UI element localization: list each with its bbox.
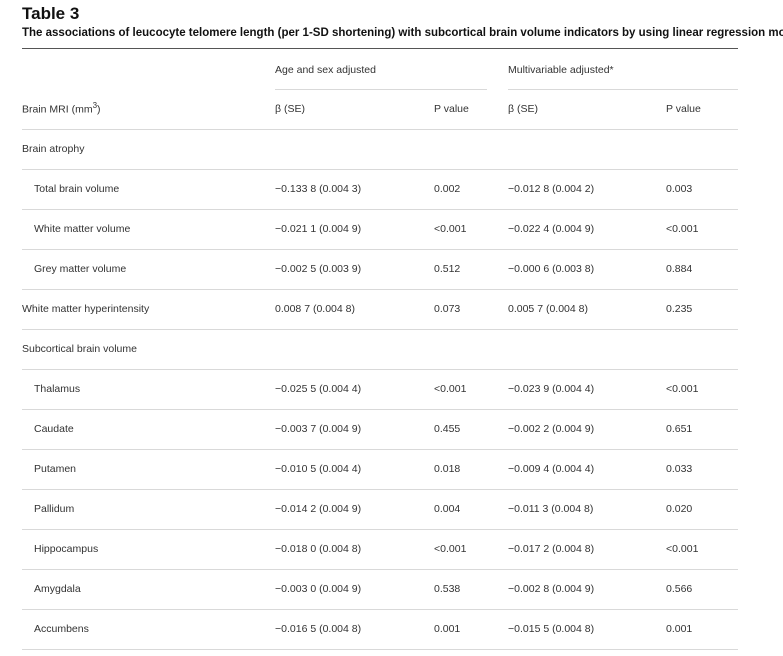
beta-multivariable-cell: −0.009 4 (0.004 4)	[508, 463, 595, 475]
row-label: White matter hyperintensity	[22, 303, 150, 315]
p-age-sex-cell: <0.001	[434, 543, 467, 555]
p-age-sex-cell: 0.538	[434, 583, 461, 595]
row-label: Caudate	[34, 423, 74, 435]
p-age-sex-cell: 0.073	[434, 303, 461, 315]
top-rule	[22, 48, 738, 49]
group-header-age-sex: Age and sex adjusted	[275, 64, 376, 76]
table-title: Table 3	[22, 4, 80, 23]
row-divider	[22, 449, 738, 450]
p-age-sex-cell: <0.001	[434, 223, 467, 235]
beta-age-sex-cell: −0.021 1 (0.004 9)	[275, 223, 362, 235]
header-p-age-sex: P value	[434, 103, 469, 115]
p-multivariable-cell: 0.003	[666, 183, 693, 195]
beta-multivariable-cell: −0.015 5 (0.004 8)	[508, 623, 595, 635]
row-label: Hippocampus	[34, 543, 99, 555]
header-brain-mri: Brain MRI (mm3)	[22, 101, 101, 116]
p-multivariable-cell: 0.033	[666, 463, 693, 475]
beta-multivariable-cell: −0.022 4 (0.004 9)	[508, 223, 595, 235]
p-age-sex-cell: 0.018	[434, 463, 461, 475]
beta-age-sex-cell: −0.002 5 (0.003 9)	[275, 263, 362, 275]
p-multivariable-cell: <0.001	[666, 383, 699, 395]
row-label: Putamen	[34, 463, 77, 475]
row-divider	[22, 409, 738, 410]
p-multivariable-cell: 0.566	[666, 583, 693, 595]
row-divider	[22, 649, 738, 650]
row-label: Subcortical brain volume	[22, 343, 137, 355]
p-age-sex-cell: 0.004	[434, 503, 461, 515]
row-divider	[22, 529, 738, 530]
row-label: Amygdala	[34, 583, 81, 595]
header-p-multivariable: P value	[666, 103, 701, 115]
row-divider	[22, 329, 738, 330]
p-multivariable-cell: 0.020	[666, 503, 693, 515]
row-label: Pallidum	[34, 503, 75, 515]
p-multivariable-cell: <0.001	[666, 543, 699, 555]
table-caption: The associations of leucocyte telomere l…	[22, 27, 783, 39]
row-divider	[22, 249, 738, 250]
beta-multivariable-cell: −0.011 3 (0.004 8)	[508, 503, 594, 515]
row-label: Brain atrophy	[22, 143, 85, 155]
group-header-multivariable: Multivariable adjusted*	[508, 64, 614, 76]
p-multivariable-cell: 0.001	[666, 623, 693, 635]
row-divider	[22, 169, 738, 170]
p-age-sex-cell: <0.001	[434, 383, 467, 395]
beta-age-sex-cell: −0.025 5 (0.004 4)	[275, 383, 362, 395]
beta-multivariable-cell: −0.023 9 (0.004 4)	[508, 383, 595, 395]
row-divider	[22, 569, 738, 570]
header-beta-age-sex: β (SE)	[275, 103, 305, 115]
row-label: Accumbens	[34, 623, 89, 635]
beta-age-sex-cell: −0.133 8 (0.004 3)	[275, 183, 362, 195]
p-age-sex-cell: 0.455	[434, 423, 461, 435]
beta-age-sex-cell: −0.003 0 (0.004 9)	[275, 583, 362, 595]
beta-age-sex-cell: −0.018 0 (0.004 8)	[275, 543, 362, 555]
header-divider	[22, 129, 738, 130]
beta-multivariable-cell: 0.005 7 (0.004 8)	[508, 303, 588, 315]
header-beta-multivariable: β (SE)	[508, 103, 538, 115]
p-multivariable-cell: <0.001	[666, 223, 699, 235]
beta-multivariable-cell: −0.002 2 (0.004 9)	[508, 423, 595, 435]
beta-multivariable-cell: −0.012 8 (0.004 2)	[508, 183, 595, 195]
row-divider	[22, 609, 738, 610]
beta-age-sex-cell: −0.010 5 (0.004 4)	[275, 463, 362, 475]
beta-multivariable-cell: −0.002 8 (0.004 9)	[508, 583, 595, 595]
row-divider	[22, 489, 738, 490]
p-age-sex-cell: 0.002	[434, 183, 461, 195]
p-age-sex-cell: 0.001	[434, 623, 461, 635]
group-divider-right	[508, 89, 738, 90]
beta-age-sex-cell: −0.016 5 (0.004 8)	[275, 623, 362, 635]
p-multivariable-cell: 0.884	[666, 263, 693, 275]
beta-multivariable-cell: −0.017 2 (0.004 8)	[508, 543, 595, 555]
p-age-sex-cell: 0.512	[434, 263, 461, 275]
row-divider	[22, 209, 738, 210]
row-label: Grey matter volume	[34, 263, 127, 275]
p-multivariable-cell: 0.235	[666, 303, 693, 315]
beta-age-sex-cell: −0.003 7 (0.004 9)	[275, 423, 362, 435]
p-multivariable-cell: 0.651	[666, 423, 693, 435]
beta-multivariable-cell: −0.000 6 (0.003 8)	[508, 263, 595, 275]
beta-age-sex-cell: 0.008 7 (0.004 8)	[275, 303, 355, 315]
group-divider-left	[275, 89, 487, 90]
row-divider	[22, 289, 738, 290]
row-label: White matter volume	[34, 223, 131, 235]
row-label: Total brain volume	[34, 183, 120, 195]
row-divider	[22, 369, 738, 370]
row-label: Thalamus	[34, 383, 81, 395]
beta-age-sex-cell: −0.014 2 (0.004 9)	[275, 503, 362, 515]
